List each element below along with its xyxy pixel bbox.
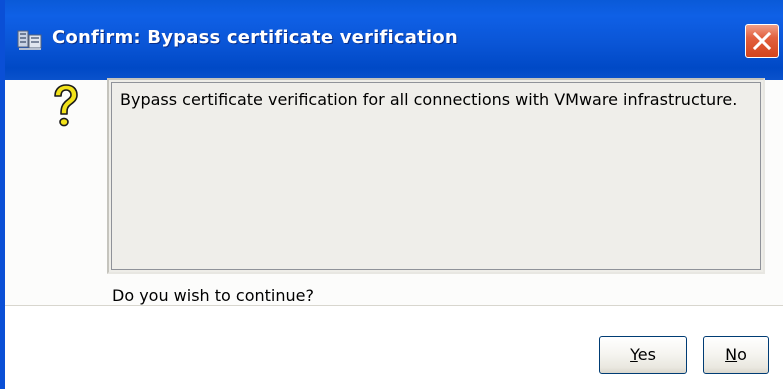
close-button[interactable]: [745, 24, 779, 58]
confirm-dialog: Confirm: Bypass certificate verification…: [0, 0, 783, 389]
dialog-title: Confirm: Bypass certificate verification: [52, 27, 458, 48]
vmware-infrastructure-icon: [17, 26, 43, 52]
title-bar[interactable]: Confirm: Bypass certificate verification: [5, 0, 783, 80]
prompt-text: Do you wish to continue?: [112, 286, 314, 305]
button-bar: Yes No: [5, 306, 783, 389]
message-text: Bypass certificate verification for all …: [120, 90, 738, 109]
message-area: Bypass certificate verification for all …: [107, 78, 765, 274]
question-mark-icon: [51, 84, 79, 132]
yes-button[interactable]: Yes: [599, 336, 687, 374]
no-button[interactable]: No: [703, 336, 769, 374]
dialog-body: Bypass certificate verification for all …: [5, 78, 783, 306]
